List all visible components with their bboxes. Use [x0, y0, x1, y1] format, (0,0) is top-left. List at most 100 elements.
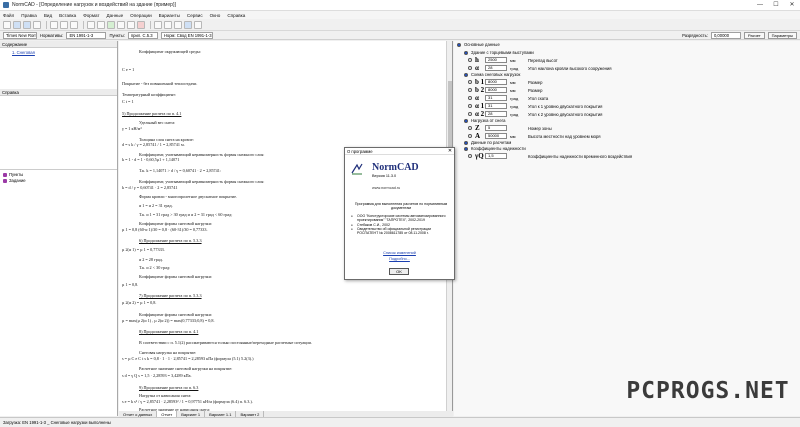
details-link[interactable]: Подробно...: [345, 257, 454, 261]
menu-data[interactable]: Данные: [107, 13, 124, 18]
report-line: Т.к. α 1 = 31 град > 30 град и α 2 = 31 …: [139, 212, 233, 217]
report-line: Форма кровли - многопролетное двускатное…: [139, 194, 238, 199]
menu-operations[interactable]: Операции: [130, 13, 152, 18]
parameter-unit: град: [510, 65, 519, 71]
format-toolbar: Times New Roman Нормативы: EN 1991-1-3 П…: [0, 31, 800, 40]
parameter-radio[interactable]: [468, 66, 472, 70]
norm-combo[interactable]: EN 1991-1-3: [66, 31, 107, 39]
parameter-row: Z 5 Номер зоны: [468, 124, 552, 132]
norm-label: Нормативы:: [40, 32, 64, 38]
parameter-unit: град: [510, 111, 519, 117]
norm-document-combo[interactable]: Норм: Свод EN 1991-1-3: [160, 31, 213, 39]
project-item[interactable]: Пункты: [0, 172, 117, 177]
help-icon[interactable]: [194, 20, 202, 29]
calculate-icon[interactable]: [107, 20, 115, 29]
parameter-input[interactable]: 31: [485, 103, 507, 109]
menu-service[interactable]: Сервис: [187, 13, 203, 18]
parameter-radio[interactable]: [468, 80, 472, 84]
parameter-input[interactable]: 31: [485, 95, 507, 101]
underline-icon[interactable]: [174, 20, 182, 29]
bold-icon[interactable]: [154, 20, 162, 29]
parameter-input[interactable]: 2500: [485, 57, 507, 63]
menu-view[interactable]: Вид: [44, 13, 52, 18]
print-icon[interactable]: [33, 20, 41, 29]
parameter-input[interactable]: 1,5: [485, 153, 507, 159]
parameter-input[interactable]: 50000: [485, 133, 507, 139]
new-file-icon[interactable]: [3, 20, 11, 29]
changelog-link[interactable]: Список изменений: [345, 251, 454, 255]
calculate-button[interactable]: Расчет: [743, 31, 765, 39]
parameter-input[interactable]: 5: [485, 125, 507, 131]
save-icon[interactable]: [23, 20, 31, 29]
italic-icon[interactable]: [164, 20, 172, 29]
parameter-radio[interactable]: [468, 88, 472, 92]
parameter-input[interactable]: 28: [485, 65, 507, 71]
parameter-input[interactable]: 8000: [485, 79, 507, 85]
menu-window[interactable]: Окно: [210, 13, 221, 18]
project-item[interactable]: Задание: [0, 178, 117, 183]
report-line: C t = 1: [122, 99, 134, 104]
dialog-close-icon[interactable]: ✕: [446, 148, 454, 154]
menu-edit[interactable]: Правка: [21, 13, 37, 18]
copy-icon[interactable]: [60, 20, 68, 29]
credit-item: ООО "Конструкторские системы автоматизир…: [351, 214, 451, 223]
font-combo[interactable]: Times New Roman: [3, 31, 37, 39]
group-radio[interactable]: [464, 118, 468, 123]
window-title: NormCAD - [Определение нагрузок и воздей…: [12, 2, 176, 8]
precision-combo[interactable]: 0,00000: [710, 31, 741, 39]
parameter-description: Номер зоны: [528, 125, 552, 131]
parameter-input[interactable]: 8000: [485, 87, 507, 93]
cut-icon[interactable]: [50, 20, 58, 29]
parameter-radio[interactable]: [468, 112, 472, 116]
menu-insert[interactable]: Вставка: [59, 13, 76, 18]
dialog-version: Версия 11.3.0: [372, 174, 397, 178]
report-line: Температурный коэффициент:: [122, 92, 177, 97]
minimize-button[interactable]: —: [752, 0, 768, 11]
menu-format[interactable]: Формат: [83, 13, 99, 18]
dialog-credits: ООО "Конструкторские системы автоматизир…: [351, 214, 451, 235]
group-radio[interactable]: [464, 72, 468, 77]
contents-link[interactable]: 1. Снеговая: [0, 50, 117, 55]
menu-variants[interactable]: Варианты: [159, 13, 180, 18]
menu-file[interactable]: Файл: [3, 13, 14, 18]
clause-combo[interactable]: прил. С.5.3: [127, 31, 158, 39]
dialog-website[interactable]: www.normcad.ru: [372, 186, 400, 190]
parameter-description: Размер: [528, 87, 543, 93]
section-group: Коэффициенты надежности: [464, 146, 526, 151]
scrollbar-thumb[interactable]: [448, 81, 452, 151]
redo-icon[interactable]: [97, 20, 105, 29]
ok-button[interactable]: OK: [389, 268, 409, 275]
align-icon[interactable]: [184, 20, 192, 29]
parameters-button[interactable]: Параметры: [767, 31, 797, 39]
report-line: α 1 = α 2 = 31 град.: [139, 203, 173, 208]
close-button[interactable]: ✕: [784, 0, 800, 11]
parameter-radio[interactable]: [468, 134, 472, 138]
section-heading: 5) Продолжение расчета по п. 4.1: [122, 111, 182, 116]
report-line: s d = γ Q s = 1,5 · 2,28593 = 3,4289 кПа…: [122, 373, 192, 378]
parameter-symbol: γQ: [475, 152, 484, 160]
open-file-icon[interactable]: [13, 20, 21, 29]
formula-icon[interactable]: [117, 20, 125, 29]
group-radio[interactable]: [464, 146, 468, 151]
parameter-radio[interactable]: [468, 154, 472, 158]
group-radio[interactable]: [464, 50, 468, 55]
paste-icon[interactable]: [70, 20, 78, 29]
report-line: µ 1 = 0,8.: [122, 282, 139, 287]
parameter-radio[interactable]: [468, 104, 472, 108]
maximize-button[interactable]: ☐: [768, 0, 784, 11]
report-line: µ 2(α 2) = µ 1 = 0,8.: [122, 300, 157, 305]
parameter-row: α 31 град Угол ската: [468, 94, 548, 102]
parameter-radio[interactable]: [468, 96, 472, 100]
parameter-radio[interactable]: [468, 58, 472, 62]
dialog-description: Программа для выполнения расчетов по нор…: [354, 202, 448, 211]
undo-icon[interactable]: [87, 20, 95, 29]
report-line: γ = 1 кН/м³: [122, 126, 142, 131]
parameter-row: α 1 31 град Угол к 1 уровню двускатного пок…: [468, 102, 602, 110]
parameter-radio[interactable]: [468, 126, 472, 130]
stop-icon[interactable]: [137, 20, 145, 29]
menu-help[interactable]: Справка: [227, 13, 245, 18]
parameter-input[interactable]: 28: [485, 111, 507, 117]
report-line: Т.к. α 2 < 30 град:: [139, 265, 171, 270]
group-radio[interactable]: [464, 140, 468, 145]
table-icon[interactable]: [127, 20, 135, 29]
